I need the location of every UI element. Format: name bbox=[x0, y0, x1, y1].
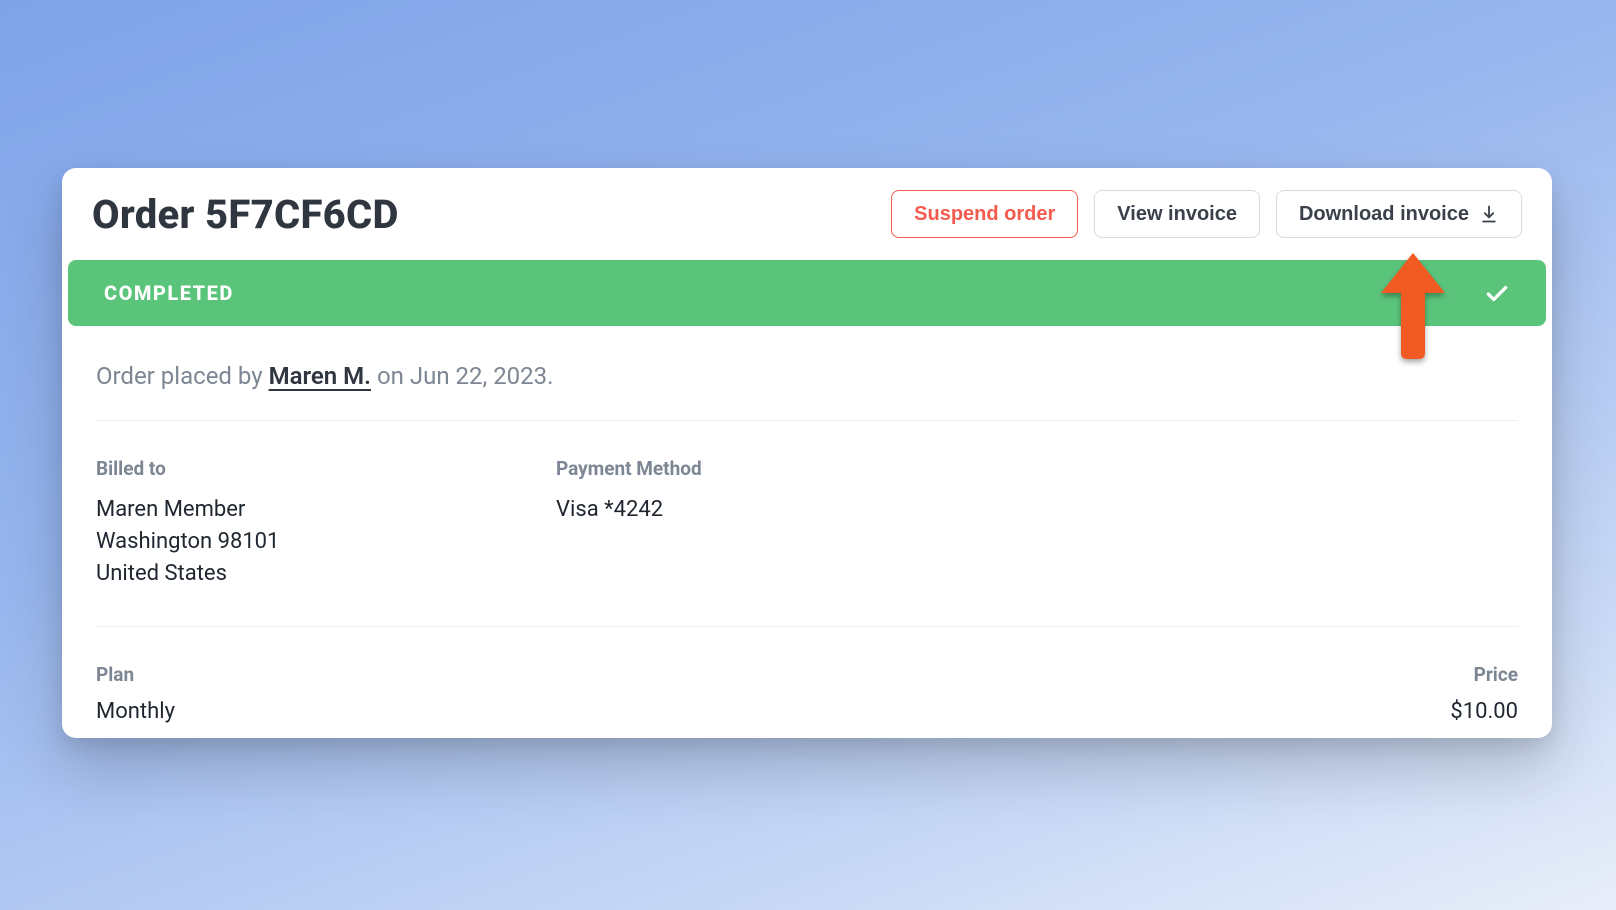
price-block: Price $10.00 bbox=[1450, 663, 1518, 728]
order-title: Order 5F7CF6CD bbox=[92, 191, 399, 238]
suspend-order-button[interactable]: Suspend order bbox=[891, 190, 1078, 238]
card-header: Order 5F7CF6CD Suspend order View invoic… bbox=[62, 168, 1552, 260]
order-placed-mid: on bbox=[377, 362, 410, 390]
header-actions: Suspend order View invoice Download invo… bbox=[891, 190, 1522, 238]
download-invoice-button[interactable]: Download invoice bbox=[1276, 190, 1522, 238]
billed-city-zip: Washington 98101 bbox=[96, 526, 556, 558]
order-placed-date: Jun 22, 2023 bbox=[410, 362, 547, 390]
plan-value: Monthly bbox=[96, 696, 175, 728]
download-icon bbox=[1479, 204, 1499, 224]
billed-to-value: Maren Member Washington 98101 United Sta… bbox=[96, 494, 556, 590]
status-bar: COMPLETED bbox=[68, 260, 1546, 326]
price-value: $10.00 bbox=[1450, 696, 1518, 728]
check-icon bbox=[1484, 280, 1510, 306]
order-placed-prefix: Order placed by bbox=[96, 362, 269, 390]
payment-method-label: Payment Method bbox=[556, 457, 1518, 480]
billing-payment-row: Billed to Maren Member Washington 98101 … bbox=[96, 421, 1518, 627]
price-label: Price bbox=[1450, 663, 1518, 686]
billed-to-label: Billed to bbox=[96, 457, 556, 480]
order-placed-line: Order placed by Maren M. on Jun 22, 2023… bbox=[96, 362, 1518, 421]
status-label: COMPLETED bbox=[104, 281, 234, 305]
plan-price-row: Plan Monthly Price $10.00 bbox=[96, 627, 1518, 728]
card-body: Order placed by Maren M. on Jun 22, 2023… bbox=[62, 326, 1552, 728]
order-card: Order 5F7CF6CD Suspend order View invoic… bbox=[62, 168, 1552, 738]
payment-method-block: Payment Method Visa *4242 bbox=[556, 457, 1518, 590]
suspend-order-label: Suspend order bbox=[914, 203, 1055, 226]
billed-name: Maren Member bbox=[96, 494, 556, 526]
billed-to-block: Billed to Maren Member Washington 98101 … bbox=[96, 457, 556, 590]
order-placed-user-link[interactable]: Maren M. bbox=[269, 362, 371, 390]
billed-country: United States bbox=[96, 558, 556, 590]
order-placed-suffix: . bbox=[547, 362, 553, 390]
plan-label: Plan bbox=[96, 663, 175, 686]
view-invoice-button[interactable]: View invoice bbox=[1094, 190, 1260, 238]
download-invoice-label: Download invoice bbox=[1299, 203, 1469, 226]
payment-method-value: Visa *4242 bbox=[556, 494, 1518, 526]
plan-block: Plan Monthly bbox=[96, 663, 175, 728]
view-invoice-label: View invoice bbox=[1117, 203, 1237, 226]
